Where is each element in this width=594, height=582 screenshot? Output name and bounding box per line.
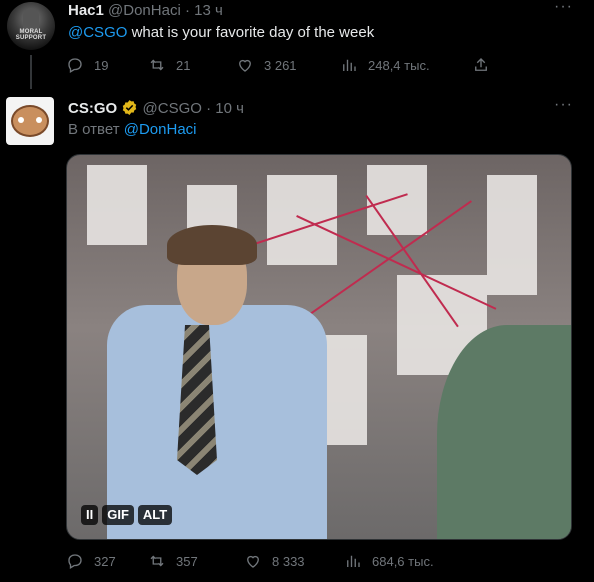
author-name[interactable]: Hac1 xyxy=(68,2,104,19)
views-button[interactable]: 684,6 тыс. xyxy=(344,552,434,570)
view-count: 684,6 тыс. xyxy=(372,553,434,569)
reply-icon xyxy=(68,554,82,569)
view-count: 248,4 тыс. xyxy=(368,57,430,73)
retweet-icon xyxy=(150,59,164,71)
tweet-header: Hac1 @DonHaci · 13 ч xyxy=(68,2,223,19)
tweet-header: CS:GO @CSGO · 10 ч xyxy=(68,99,244,117)
alt-badge[interactable]: ALT xyxy=(137,505,173,525)
more-icon[interactable]: ··· xyxy=(554,0,573,16)
reply-context: В ответ @DonHaci xyxy=(68,121,197,138)
more-icon[interactable]: ··· xyxy=(554,96,573,114)
pause-icon[interactable]: II xyxy=(81,505,99,525)
share-icon xyxy=(475,58,487,71)
views-icon xyxy=(343,59,356,71)
retweet-button[interactable]: 357 xyxy=(148,552,198,570)
timestamp[interactable]: 10 ч xyxy=(215,100,244,117)
gif-media[interactable]: II GIF ALT xyxy=(66,154,572,540)
author-name[interactable]: CS:GO xyxy=(68,100,117,117)
media-badges: II GIF ALT xyxy=(81,505,173,525)
wall-paper xyxy=(87,165,147,245)
like-button[interactable]: 8 333 xyxy=(244,552,305,570)
reply-prefix: В ответ xyxy=(68,121,120,138)
avatar-caption: MORAL SUPPORT xyxy=(15,29,47,41)
retweet-button[interactable]: 21 xyxy=(148,56,190,74)
gif-badge: GIF xyxy=(102,505,134,525)
reply-icon xyxy=(68,58,82,73)
wall-paper xyxy=(367,165,427,235)
views-button[interactable]: 248,4 тыс. xyxy=(340,56,430,74)
author-handle[interactable]: @CSGO xyxy=(143,100,202,117)
verified-icon xyxy=(123,100,137,115)
author-handle[interactable]: @DonHaci xyxy=(108,2,181,19)
person-hair xyxy=(167,225,257,265)
like-icon xyxy=(247,555,259,568)
reply-button[interactable]: 19 xyxy=(66,56,108,74)
avatar-eyes xyxy=(18,117,42,123)
tweet-text: @CSGO what is your favorite day of the w… xyxy=(68,24,374,41)
tweet-actions: 327 357 8 333 684,6 тыс. xyxy=(0,552,594,576)
like-count: 3 261 xyxy=(264,57,297,73)
retweet-count: 21 xyxy=(176,57,191,73)
tweet-actions: 19 21 3 261 248,4 тыс. xyxy=(0,56,594,80)
like-count: 8 333 xyxy=(272,553,305,569)
reply-count: 19 xyxy=(94,57,109,73)
share-button[interactable] xyxy=(472,56,490,74)
retweet-count: 357 xyxy=(176,553,198,569)
separator-dot: · xyxy=(206,100,212,117)
retweet-icon xyxy=(150,555,164,567)
reply-button[interactable]: 327 xyxy=(66,552,116,570)
wall-paper xyxy=(487,175,537,295)
reply-handle-link[interactable]: @DonHaci xyxy=(124,121,197,138)
like-icon xyxy=(239,59,251,72)
timestamp[interactable]: 13 ч xyxy=(194,2,223,19)
tweet-body: what is your favorite day of the week xyxy=(127,24,375,41)
reply-count: 327 xyxy=(94,553,116,569)
mention-link[interactable]: @CSGO xyxy=(68,24,127,41)
like-button[interactable]: 3 261 xyxy=(236,56,297,74)
separator-dot: · xyxy=(184,2,190,19)
second-person xyxy=(437,325,571,539)
views-icon xyxy=(347,555,360,567)
avatar[interactable]: MORAL SUPPORT xyxy=(7,2,55,50)
avatar[interactable] xyxy=(6,97,54,145)
